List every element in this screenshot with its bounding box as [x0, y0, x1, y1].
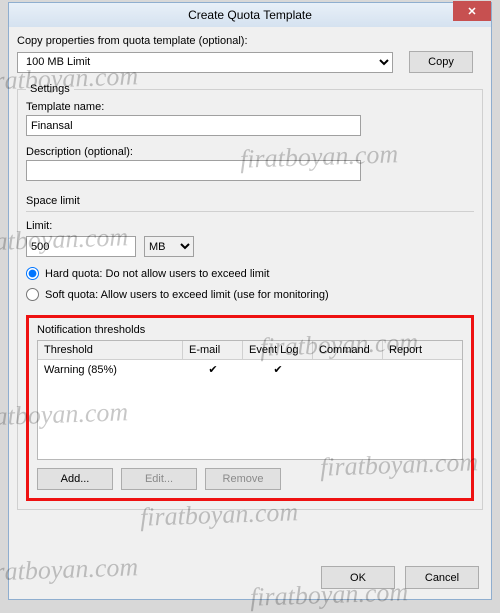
settings-group: Settings Template name: Description (opt…: [17, 83, 483, 510]
col-eventlog[interactable]: Event Log: [243, 341, 313, 359]
table-row[interactable]: Warning (85%) ✔ ✔: [38, 360, 462, 379]
close-button[interactable]: ✕: [453, 1, 491, 21]
soft-quota-radio-input[interactable]: [26, 288, 39, 301]
grid-header: Threshold E-mail Event Log Command Repor…: [38, 341, 462, 360]
dialog-window: Create Quota Template ✕ Copy properties …: [8, 2, 492, 600]
col-report[interactable]: Report: [383, 341, 443, 359]
template-select[interactable]: 100 MB Limit: [17, 52, 393, 73]
description-input[interactable]: [26, 160, 361, 181]
notification-thresholds-block: Notification thresholds Threshold E-mail…: [26, 315, 474, 501]
ok-button[interactable]: OK: [321, 566, 395, 589]
space-limit-section: Space limit Limit: MB Hard quota: Do not…: [26, 195, 474, 301]
copy-button[interactable]: Copy: [409, 51, 473, 73]
template-name-input[interactable]: [26, 115, 361, 136]
check-icon: ✔: [273, 363, 282, 376]
cancel-button[interactable]: Cancel: [405, 566, 479, 589]
col-threshold[interactable]: Threshold: [38, 341, 183, 359]
soft-quota-label: Soft quota: Allow users to exceed limit …: [45, 289, 329, 301]
edit-button[interactable]: Edit...: [121, 468, 197, 490]
copy-template-label: Copy properties from quota template (opt…: [17, 35, 483, 47]
space-limit-title: Space limit: [26, 195, 474, 207]
description-label: Description (optional):: [26, 146, 474, 158]
hard-quota-label: Hard quota: Do not allow users to exceed…: [45, 268, 269, 280]
template-name-label: Template name:: [26, 101, 474, 113]
col-command[interactable]: Command: [313, 341, 383, 359]
thresholds-grid[interactable]: Threshold E-mail Event Log Command Repor…: [37, 340, 463, 460]
cell-threshold: Warning (85%): [38, 360, 183, 379]
dialog-title: Create Quota Template: [9, 8, 491, 22]
limit-input[interactable]: [26, 236, 136, 257]
threshold-buttons: Add... Edit... Remove: [37, 468, 463, 490]
check-icon: ✔: [208, 363, 217, 376]
unit-select[interactable]: MB: [144, 236, 194, 257]
soft-quota-radio[interactable]: Soft quota: Allow users to exceed limit …: [26, 288, 474, 301]
cell-command: [313, 360, 383, 379]
close-icon: ✕: [467, 5, 476, 18]
titlebar: Create Quota Template ✕: [9, 3, 491, 27]
notification-thresholds-title: Notification thresholds: [37, 324, 463, 336]
settings-legend: Settings: [26, 83, 74, 95]
cell-eventlog: ✔: [243, 360, 313, 379]
dialog-footer: OK Cancel: [321, 566, 479, 589]
limit-label: Limit:: [26, 220, 474, 232]
col-email[interactable]: E-mail: [183, 341, 243, 359]
remove-button[interactable]: Remove: [205, 468, 281, 490]
hard-quota-radio-input[interactable]: [26, 267, 39, 280]
cell-report: [383, 360, 443, 379]
add-button[interactable]: Add...: [37, 468, 113, 490]
dialog-body: Copy properties from quota template (opt…: [9, 27, 491, 510]
hard-quota-radio[interactable]: Hard quota: Do not allow users to exceed…: [26, 267, 474, 280]
cell-email: ✔: [183, 360, 243, 379]
